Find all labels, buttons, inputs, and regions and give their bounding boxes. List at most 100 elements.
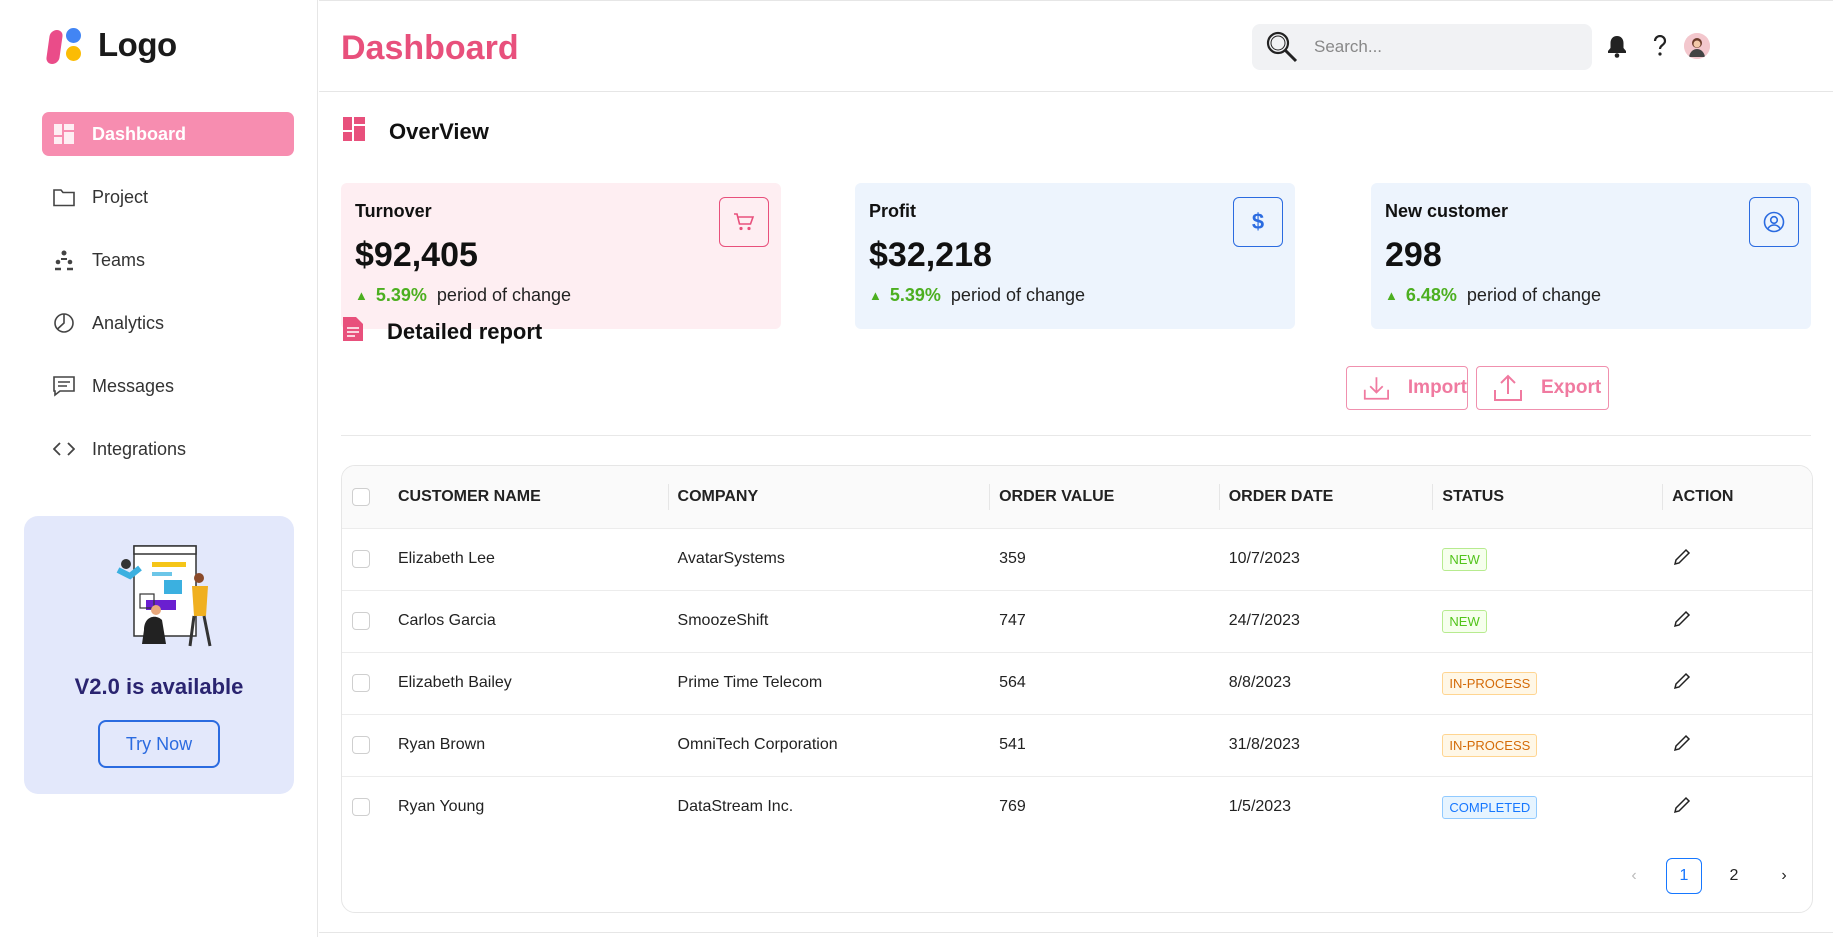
card-value: $92,405	[355, 236, 478, 274]
column-header[interactable]: CUSTOMER NAME	[388, 466, 668, 528]
section-divider	[341, 435, 1811, 436]
card-change: ▲ 5.39% period of change	[355, 285, 767, 306]
row-checkbox[interactable]	[352, 735, 370, 754]
up-arrow-icon: ▲	[869, 288, 882, 303]
dollar-icon[interactable]: $	[1233, 197, 1283, 247]
column-header[interactable]: ORDER VALUE	[989, 466, 1219, 528]
company: SmoozeShift	[677, 612, 769, 629]
order-date: 31/8/2023	[1228, 736, 1300, 753]
card-change: ▲ 6.48% period of change	[1385, 285, 1797, 306]
edit-icon[interactable]	[1672, 610, 1692, 633]
logo-text: Logo	[98, 26, 177, 63]
sidebar-item-integrations[interactable]: Integrations	[42, 427, 294, 471]
folder-icon	[52, 185, 76, 209]
sidebar-item-label: Teams	[92, 249, 146, 270]
row-checkbox[interactable]	[352, 798, 370, 817]
bell-icon[interactable]	[1604, 33, 1630, 59]
select-all-checkbox[interactable]	[352, 487, 370, 506]
order-value: 541	[999, 736, 1026, 753]
row-checkbox[interactable]	[352, 549, 370, 568]
cart-icon[interactable]	[719, 197, 769, 247]
export-button[interactable]: Export	[1476, 366, 1609, 410]
company: OmniTech Corporation	[677, 736, 838, 753]
table-row: Elizabeth Lee AvatarSystems 359 10/7/202…	[342, 528, 1812, 590]
status-badge: IN-PROCESS	[1442, 733, 1538, 757]
customer-name: Carlos Garcia	[397, 612, 496, 629]
column-header[interactable]: ACTION	[1662, 466, 1812, 528]
import-button[interactable]: Import	[1346, 366, 1468, 410]
new-customer-card: New customer 298 ▲ 6.48% period of chang…	[1371, 183, 1811, 329]
top-header: Dashboard	[319, 0, 1833, 92]
sidebar-item-label: Project	[92, 186, 149, 207]
search-icon	[1264, 29, 1300, 65]
select-all-cell	[342, 466, 388, 528]
stat-cards: Turnover $92,405 ▲ 5.39% period of chang…	[341, 183, 1811, 333]
dashboard-icon	[343, 117, 365, 146]
page-button[interactable]: 1	[1666, 858, 1702, 894]
column-header[interactable]: STATUS	[1432, 466, 1662, 528]
company: Prime Time Telecom	[677, 674, 823, 691]
table-row: Carlos Garcia SmoozeShift 747 24/7/2023 …	[342, 590, 1812, 652]
card-change: ▲ 5.39% period of change	[869, 285, 1281, 306]
try-now-button[interactable]: Try Now	[98, 720, 220, 768]
sidebar-item-teams[interactable]: Teams	[42, 238, 294, 282]
report-title: Detailed report	[387, 318, 543, 344]
export-label: Export	[1541, 377, 1602, 398]
column-header[interactable]: COMPANY	[667, 466, 990, 528]
change-text: period of change	[950, 285, 1086, 305]
search-input[interactable]	[1314, 37, 1564, 57]
card-label: New customer	[1385, 201, 1509, 221]
company: AvatarSystems	[677, 550, 785, 567]
edit-icon[interactable]	[1672, 548, 1692, 571]
column-header[interactable]: ORDER DATE	[1218, 466, 1433, 528]
user-circle-icon[interactable]	[1749, 197, 1799, 247]
sidebar-item-dashboard[interactable]: Dashboard	[42, 112, 294, 156]
user-avatar[interactable]	[1684, 33, 1710, 59]
sidebar-item-analytics[interactable]: Analytics	[42, 301, 294, 345]
download-icon	[1363, 377, 1389, 400]
next-page-icon[interactable]: ›	[1766, 858, 1802, 894]
change-percent: 5.39%	[375, 285, 427, 305]
order-date: 8/8/2023	[1228, 674, 1291, 691]
teams-icon	[52, 248, 76, 272]
table-row: Ryan Brown OmniTech Corporation 541 31/8…	[342, 714, 1812, 776]
order-date: 24/7/2023	[1228, 612, 1300, 629]
customer-name: Elizabeth Bailey	[397, 674, 512, 691]
message-icon	[52, 374, 76, 398]
promo-illustration	[116, 545, 212, 647]
prev-page-icon[interactable]: ‹	[1616, 858, 1652, 894]
change-percent: 5.39%	[889, 285, 941, 305]
sidebar-item-project[interactable]: Project	[42, 175, 294, 219]
card-value: 298	[1385, 236, 1442, 274]
status-badge: NEW	[1442, 547, 1487, 571]
table-row: Ryan Young DataStream Inc. 769 1/5/2023 …	[342, 776, 1812, 838]
profit-card: Profit $32,218 ▲ 5.39% period of change …	[855, 183, 1295, 329]
row-checkbox[interactable]	[352, 673, 370, 692]
logo[interactable]: Logo	[45, 26, 177, 64]
row-checkbox[interactable]	[352, 611, 370, 630]
help-icon[interactable]	[1647, 33, 1673, 59]
edit-icon[interactable]	[1672, 734, 1692, 757]
search-bar[interactable]	[1252, 24, 1592, 70]
change-percent: 6.48%	[1405, 285, 1457, 305]
sidebar-item-label: Integrations	[92, 438, 187, 459]
logo-icon	[45, 26, 88, 64]
edit-icon[interactable]	[1672, 672, 1692, 695]
change-text: period of change	[436, 285, 572, 305]
sidebar-item-messages[interactable]: Messages	[42, 364, 294, 408]
app: Logo Dashboard Project Teams Analytics M…	[0, 0, 1845, 937]
promo-title: V2.0 is available	[74, 674, 244, 699]
page-button[interactable]: 2	[1716, 858, 1752, 894]
main-content: OverView Turnover $92,405 ▲ 5.39% period…	[319, 93, 1833, 933]
customer-name: Elizabeth Lee	[397, 550, 495, 567]
customer-name: Ryan Brown	[397, 736, 486, 753]
overview-header: OverView	[343, 117, 489, 146]
order-value: 359	[999, 550, 1026, 567]
sidebar-item-label: Dashboard	[92, 123, 187, 144]
page-title: Dashboard	[341, 29, 519, 67]
edit-icon[interactable]	[1672, 796, 1692, 819]
status-badge: IN-PROCESS	[1442, 671, 1538, 695]
order-value: 747	[999, 612, 1026, 629]
card-label: Profit	[869, 201, 916, 221]
dashboard-icon	[52, 122, 76, 146]
